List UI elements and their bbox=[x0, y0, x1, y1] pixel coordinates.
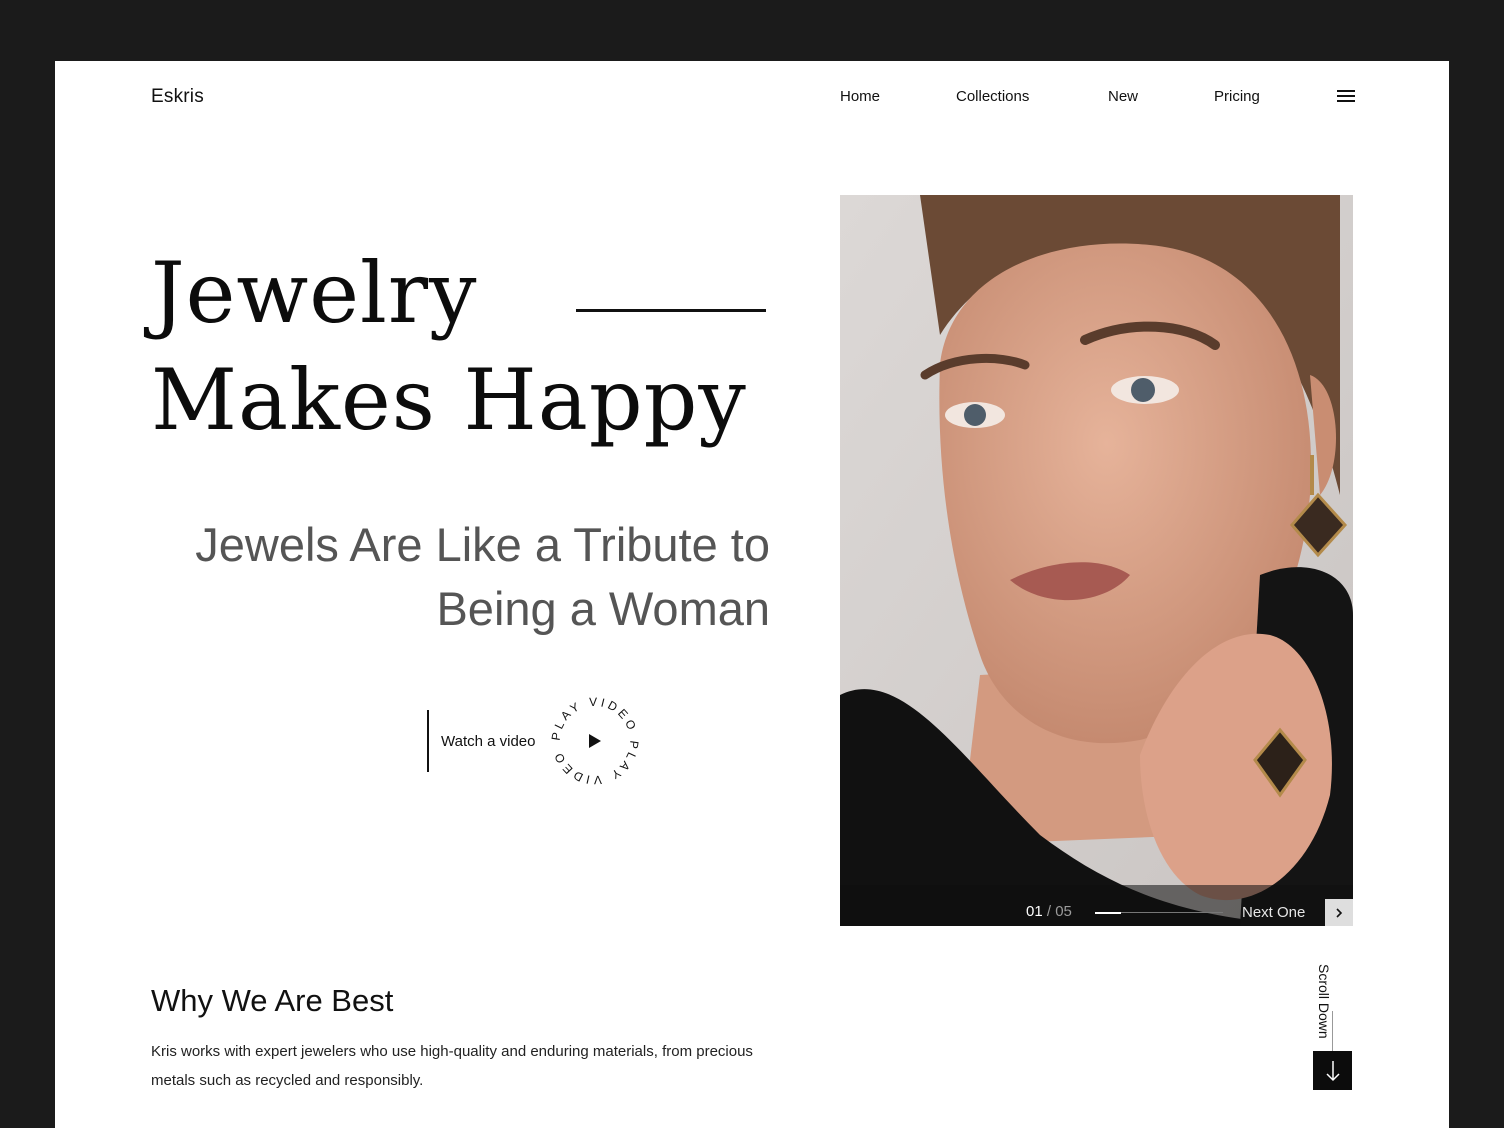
play-video-button[interactable]: PLAY VIDEO PLAY VIDEO bbox=[545, 691, 645, 791]
slide-progress-bar bbox=[1095, 912, 1223, 914]
slide-separator: / bbox=[1046, 903, 1052, 920]
nav-collections[interactable]: Collections bbox=[956, 88, 1029, 105]
nav-home[interactable]: Home bbox=[840, 88, 880, 105]
headline-rule bbox=[576, 309, 766, 312]
hero-subhead: Jewels Are Like a Tribute to Being a Wom… bbox=[90, 513, 770, 641]
headline-line-1: Jewelry bbox=[151, 244, 478, 342]
play-triangle-icon bbox=[589, 734, 601, 748]
why-section-title: Why We Are Best bbox=[151, 983, 394, 1018]
slide-progress-fill bbox=[1095, 912, 1121, 914]
scroll-down-label: Scroll Down bbox=[1316, 964, 1332, 1039]
landing-page: Eskris Home Collections New Pricing Jewe… bbox=[55, 61, 1449, 1128]
watch-video-link[interactable]: Watch a video bbox=[441, 733, 536, 750]
subhead-line-2: Being a Woman bbox=[436, 582, 770, 635]
watch-divider bbox=[427, 710, 429, 772]
why-section-body: Kris works with expert jewelers who use … bbox=[151, 1043, 753, 1089]
slide-current: 01 bbox=[1026, 903, 1043, 920]
hamburger-menu-icon[interactable] bbox=[1337, 90, 1355, 104]
chevron-right-icon bbox=[1336, 907, 1343, 918]
nav-pricing[interactable]: Pricing bbox=[1214, 88, 1260, 105]
hero-portrait-image: 01 / 05 Next One bbox=[840, 195, 1353, 926]
brand-logo[interactable]: Eskris bbox=[151, 86, 204, 108]
subhead-line-1: Jewels Are Like a Tribute to bbox=[195, 518, 770, 571]
slide-total: 05 bbox=[1055, 903, 1072, 920]
arrow-down-icon bbox=[1325, 1060, 1340, 1081]
nav-new[interactable]: New bbox=[1108, 88, 1138, 105]
next-slide-button[interactable] bbox=[1325, 899, 1353, 926]
slide-counter: 01 / 05 bbox=[1026, 903, 1072, 920]
scroll-divider bbox=[1332, 1011, 1333, 1051]
headline-line-2: Makes Happy bbox=[151, 351, 747, 449]
scroll-down-button[interactable] bbox=[1313, 1051, 1352, 1090]
next-slide-label[interactable]: Next One bbox=[1242, 904, 1305, 921]
